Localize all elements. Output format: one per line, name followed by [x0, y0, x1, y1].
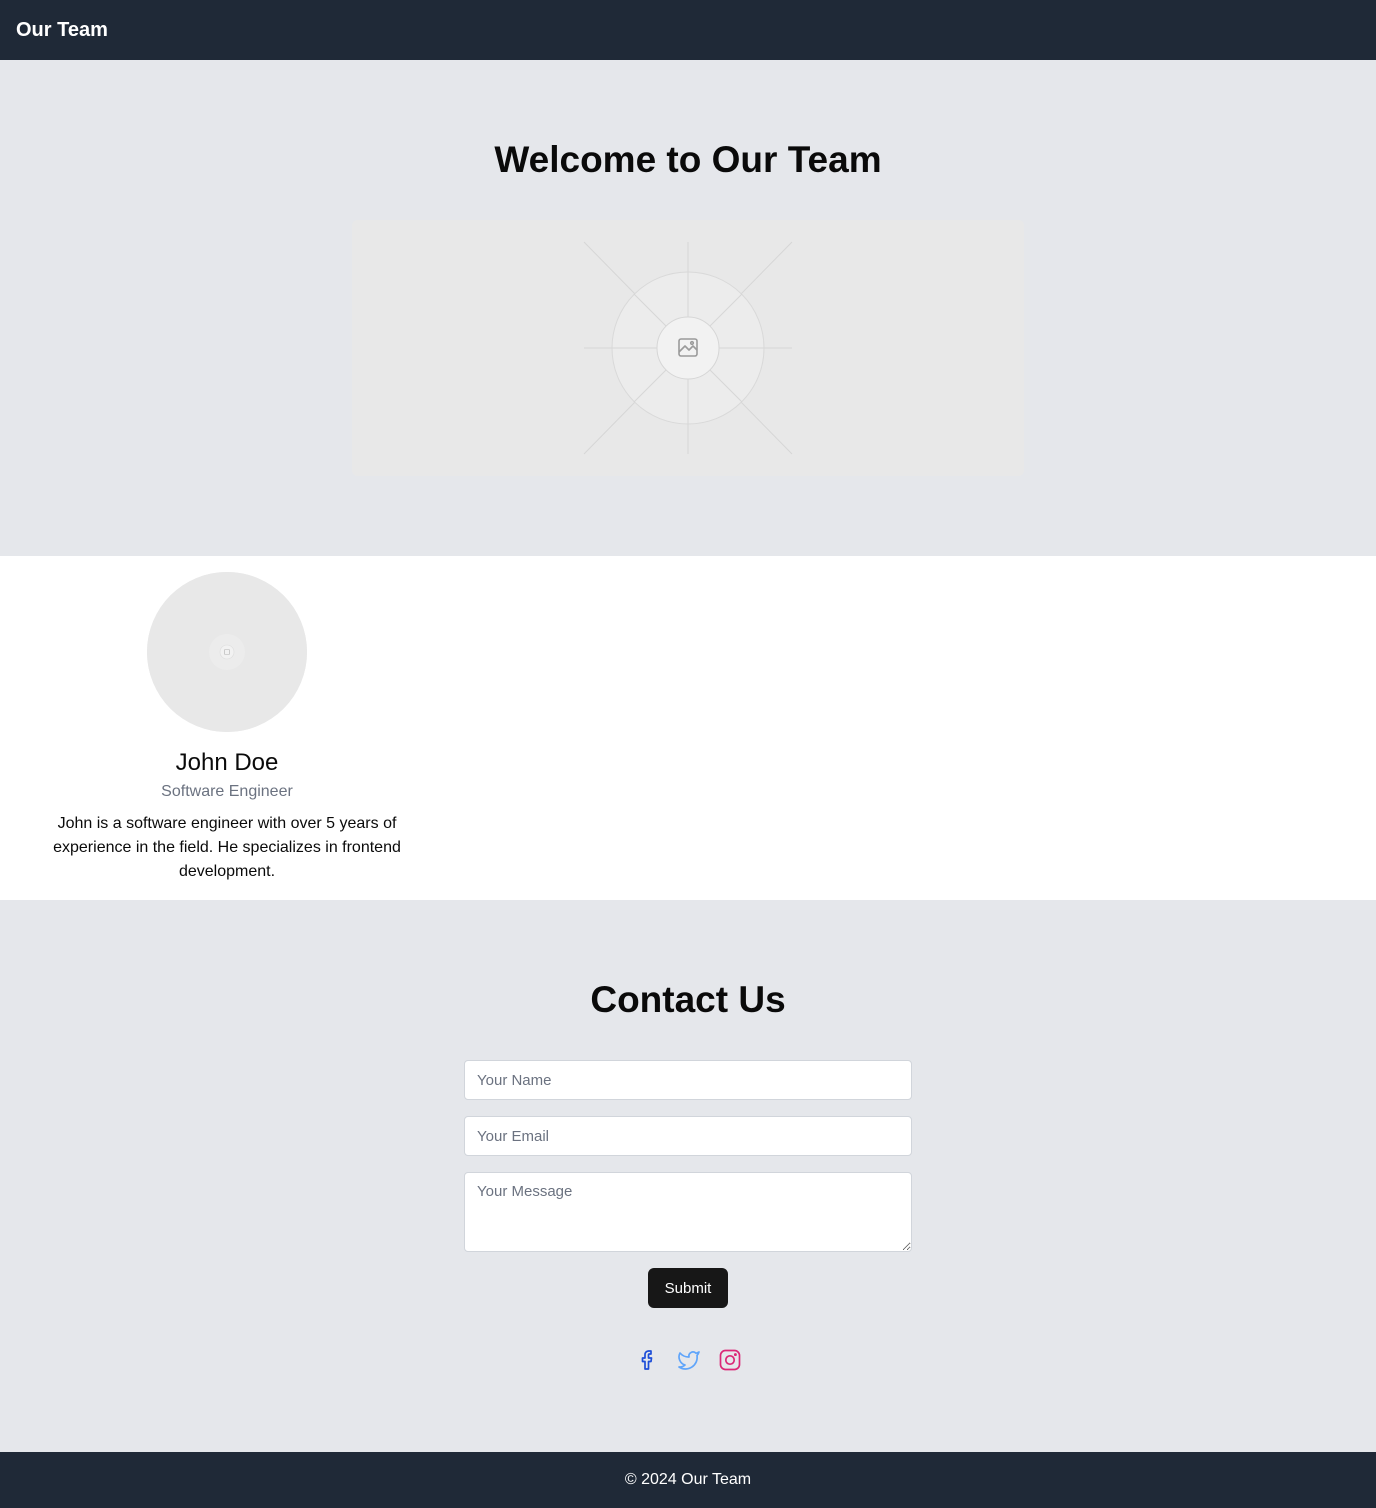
message-textarea[interactable]	[464, 1172, 912, 1252]
member-name: John Doe	[175, 749, 279, 776]
footer-copyright: © 2024 Our Team	[624, 1471, 752, 1488]
hero-title: Welcome to Our Team	[494, 139, 882, 180]
member-role: Software Engineer	[161, 783, 293, 800]
instagram-icon[interactable]	[718, 1348, 742, 1372]
contact-title: Contact Us	[590, 979, 786, 1020]
submit-button[interactable]: Submit	[648, 1268, 728, 1308]
top-navbar: Our Team	[0, 0, 1376, 60]
image-placeholder-icon	[147, 572, 307, 732]
member-bio: John is a software engineer with over 5 …	[53, 815, 401, 880]
contact-section: Contact Us Submit	[0, 900, 1376, 1452]
member-avatar	[147, 572, 307, 732]
name-input[interactable]	[464, 1060, 912, 1100]
social-links	[636, 1348, 742, 1372]
team-section: John Doe Software Engineer John is a sof…	[0, 556, 1376, 900]
site-brand[interactable]: Our Team	[16, 19, 108, 42]
hero-section: Welcome to Our Team	[0, 60, 1376, 556]
email-input[interactable]	[464, 1116, 912, 1156]
twitter-icon[interactable]	[677, 1348, 701, 1372]
team-member-card: John Doe Software Engineer John is a sof…	[32, 572, 422, 884]
facebook-icon[interactable]	[636, 1348, 660, 1372]
page-footer: © 2024 Our Team	[0, 1452, 1376, 1508]
hero-image	[352, 220, 1024, 476]
image-placeholder-icon	[352, 220, 1024, 476]
